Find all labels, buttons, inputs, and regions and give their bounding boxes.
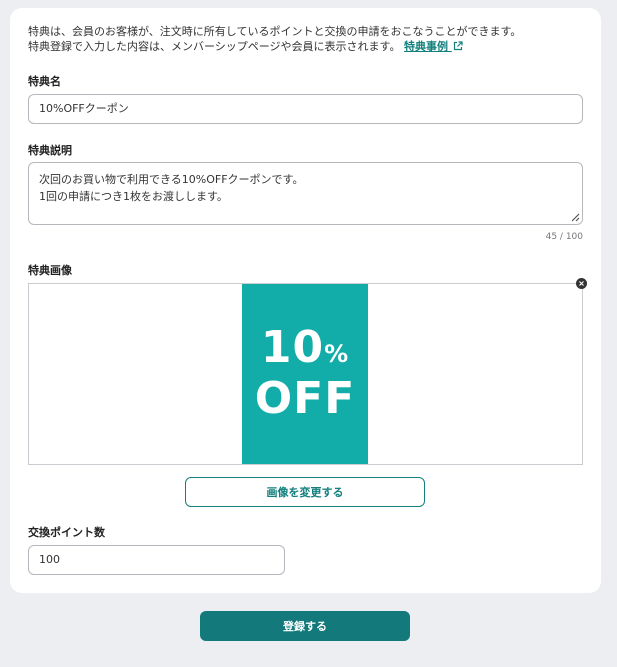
coupon-percent-sign: % bbox=[324, 340, 350, 368]
intro-line-2: 特典登録で入力した内容は、メンバーシップページや会員に表示されます。 特典事例 bbox=[28, 39, 521, 54]
image-label: 特典画像 bbox=[28, 264, 72, 277]
intro-text: 特典は、会員のお客様が、注文時に所有しているポイントと交換の申請をおこなうことが… bbox=[28, 24, 521, 54]
coupon-off: OFF bbox=[254, 373, 356, 424]
name-input[interactable]: 10%OFFクーポン bbox=[28, 94, 583, 124]
submit-button[interactable]: 登録する bbox=[200, 611, 410, 641]
coupon-percent-value: 10 bbox=[260, 322, 325, 373]
close-icon bbox=[579, 281, 584, 286]
intro-line-1: 特典は、会員のお客様が、注文時に所有しているポイントと交換の申請をおこなうことが… bbox=[28, 25, 522, 38]
external-link-icon bbox=[453, 41, 463, 51]
points-input[interactable]: 100 bbox=[28, 545, 285, 575]
intro-line-2-text: 特典登録で入力した内容は、メンバーシップページや会員に表示されます。 bbox=[28, 40, 401, 53]
resize-handle-icon[interactable] bbox=[571, 213, 580, 222]
points-label: 交換ポイント数 bbox=[28, 526, 105, 539]
description-line-1: 次回のお買い物で利用できる10%OFFクーポンです。 bbox=[39, 173, 304, 186]
form-card: 特典は、会員のお客様が、注文時に所有しているポイントと交換の申請をおこなうことが… bbox=[10, 8, 601, 593]
examples-link-label: 特典事例 bbox=[403, 40, 448, 53]
coupon-percent: 10% bbox=[261, 326, 349, 376]
remove-image-button[interactable] bbox=[576, 278, 587, 289]
name-label: 特典名 bbox=[28, 75, 61, 88]
image-preview: 10% OFF bbox=[28, 283, 583, 465]
description-line-2: 1回の申請につき1枚をお渡しします。 bbox=[39, 190, 228, 203]
description-textarea[interactable]: 次回のお買い物で利用できる10%OFFクーポンです。 1回の申請につき1枚をお渡… bbox=[28, 162, 583, 225]
change-image-button[interactable]: 画像を変更する bbox=[185, 477, 425, 507]
coupon-image: 10% OFF bbox=[242, 284, 368, 464]
examples-link[interactable]: 特典事例 bbox=[404, 40, 463, 53]
description-label: 特典説明 bbox=[28, 144, 72, 157]
character-counter: 45 / 100 bbox=[545, 232, 583, 242]
